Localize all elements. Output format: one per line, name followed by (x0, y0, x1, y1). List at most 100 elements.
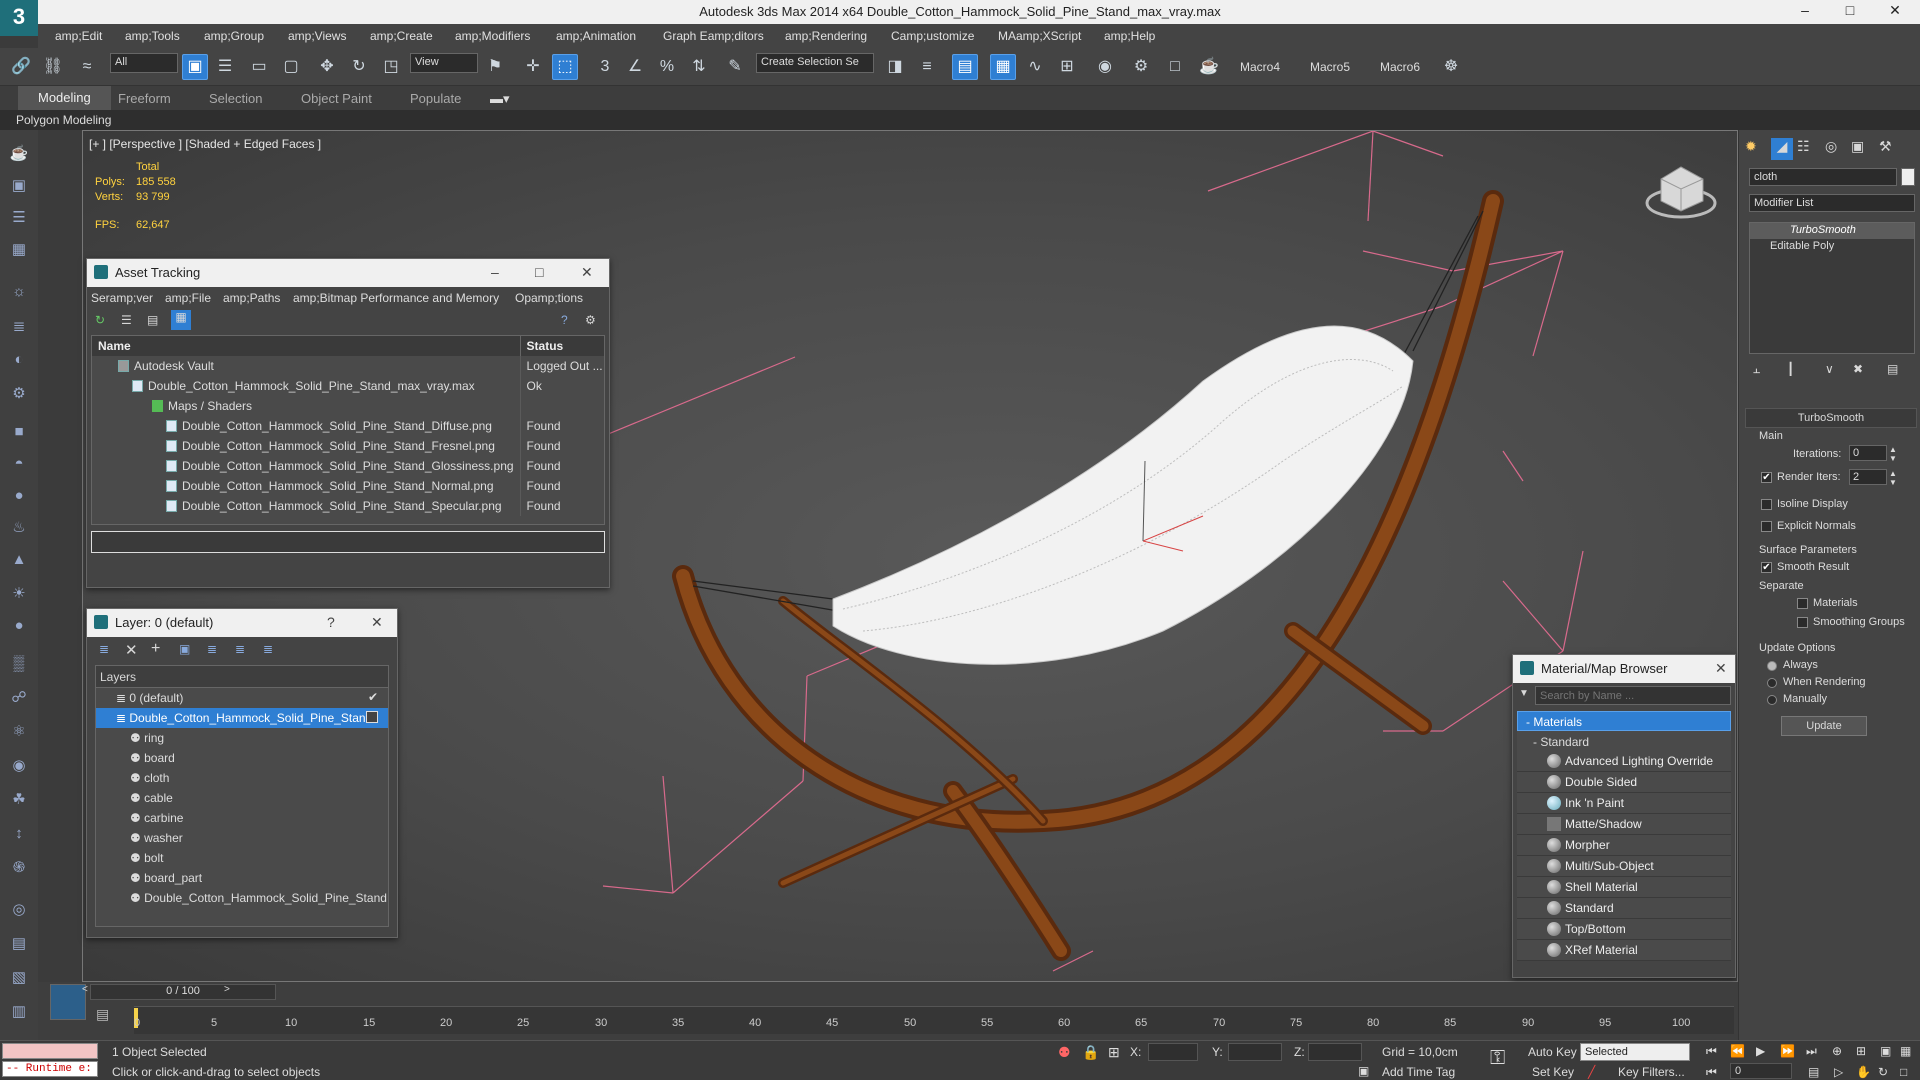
check-icon[interactable]: ✔ (368, 690, 378, 704)
table-row[interactable]: Double_Cotton_Hammock_Solid_Pine_Stand_N… (92, 476, 604, 496)
asset-close-button[interactable]: ✕ (581, 264, 593, 281)
auto-key-button[interactable]: Auto Key (1528, 1045, 1577, 1059)
update-manually-radio[interactable] (1767, 695, 1777, 705)
hf-icon[interactable]: ↕ (7, 822, 31, 846)
macro5-button[interactable]: Macro5 (1310, 60, 1350, 74)
asset-menu-server[interactable]: Seramp;ver (91, 291, 153, 305)
tab-selection[interactable]: Selection (209, 91, 262, 106)
pin-stack-icon[interactable]: ⫠ (1753, 362, 1760, 377)
list-item[interactable]: Advanced Lighting Override (1517, 751, 1731, 772)
list-item[interactable]: ⚉ Double_Cotton_Hammock_Solid_Pine_Stand (96, 888, 388, 908)
rectangular-selection-icon[interactable]: ▭ (246, 54, 272, 80)
material-editor-icon[interactable]: ◉ (1092, 54, 1118, 80)
maxscript-output[interactable]: -- Runtime e: (2, 1061, 98, 1077)
mirror-icon[interactable]: ◨ (882, 54, 908, 80)
selection-lock-icon[interactable]: 🔒 (1082, 1044, 1099, 1061)
pan-icon[interactable]: ✋ (1856, 1065, 1871, 1079)
key-icon[interactable]: ⚿ (1490, 1047, 1505, 1070)
track-bar-icon[interactable]: ▤ (96, 1006, 109, 1023)
current-layer-checkbox[interactable] (366, 711, 378, 723)
character-studio-icon[interactable]: ☸ (1438, 54, 1464, 80)
grid-icon[interactable]: ▦ (7, 238, 31, 262)
render-iters-checkbox[interactable]: ✔ (1761, 472, 1772, 483)
table-view-icon[interactable]: ▦ (171, 310, 191, 330)
select-object-icon[interactable]: ▣ (182, 54, 208, 80)
material-browser-close-button[interactable]: ✕ (1715, 660, 1727, 677)
list-item[interactable]: ⚉ bolt (96, 848, 388, 868)
tab-freeform[interactable]: Freeform (118, 91, 171, 106)
list-item[interactable]: ⚉ carbine (96, 808, 388, 828)
isoline-display-checkbox[interactable] (1761, 499, 1772, 510)
menu-rendering[interactable]: amp;Rendering (785, 29, 867, 43)
modifier-list-select[interactable]: Modifier List (1749, 194, 1915, 212)
layers-icon[interactable]: ≣ (99, 642, 109, 656)
list-item[interactable]: Standard (1517, 898, 1731, 919)
bulb-icon[interactable]: ☼ (7, 280, 31, 304)
ball-icon[interactable]: ● (7, 614, 31, 638)
separate-smoothing-groups-checkbox[interactable] (1797, 617, 1808, 628)
menu-group[interactable]: amp;Group (204, 29, 264, 43)
mini-listener-icon[interactable] (50, 984, 86, 1020)
stack-icon[interactable]: ▤ (7, 932, 31, 956)
polygon-modeling-label[interactable]: Polygon Modeling (16, 113, 111, 127)
macro4-button[interactable]: Macro4 (1240, 60, 1280, 74)
show-end-result-icon[interactable]: ┃ (1787, 362, 1794, 376)
previous-key-icon[interactable]: ⏪ (1730, 1044, 1745, 1058)
add-layer-icon[interactable]: + (151, 640, 160, 658)
link-icon[interactable]: 🔗 (8, 54, 34, 80)
current-frame-input[interactable]: 0 (1730, 1063, 1792, 1079)
bind-spacewarp-icon[interactable]: ≈ (74, 54, 100, 80)
time-slider[interactable]: 0 / 100 (90, 984, 276, 1000)
list-item[interactable]: ≣ Double_Cotton_Hammock_Solid_Pine_Stand (96, 708, 388, 728)
curve-editor-icon[interactable]: ∿ (1022, 54, 1048, 80)
layer-manager-icon[interactable]: ▤ (952, 54, 978, 80)
graphite-toolbar-icon[interactable]: ▦ (990, 54, 1016, 80)
select-manipulate-icon[interactable]: ✛ (520, 54, 546, 80)
layers-icon[interactable]: ▧ (7, 966, 31, 990)
reference-coordinate-select[interactable]: View (410, 53, 478, 73)
menu-modifiers[interactable]: amp;Modifiers (455, 29, 530, 43)
list-item[interactable]: Double Sided (1517, 772, 1731, 793)
percent-snap-icon[interactable]: % (654, 54, 680, 80)
object-color-swatch[interactable] (1901, 168, 1915, 186)
display-tab-icon[interactable]: ▣ (1851, 138, 1864, 155)
angle-snap-icon[interactable]: ∠ (622, 54, 648, 80)
teapot-shape-icon[interactable]: ♨ (7, 516, 31, 540)
ribbon-options-icon[interactable]: ▬▾ (490, 91, 510, 107)
iterations-input[interactable]: 0 (1849, 445, 1887, 461)
list-item[interactable]: ⚉ board (96, 748, 388, 768)
object-name-field[interactable]: cloth (1749, 168, 1897, 186)
atom-icon[interactable]: ⚛ (7, 720, 31, 744)
list-icon[interactable]: ☰ (7, 206, 31, 230)
stack-item-turbosmooth[interactable]: TurboSmooth (1750, 223, 1914, 239)
select-by-name-icon[interactable]: ☰ (212, 54, 238, 80)
tab-populate[interactable]: Populate (410, 91, 461, 106)
set-key-button[interactable]: Set Key (1532, 1065, 1574, 1079)
render-production-icon[interactable]: ☕ (1196, 54, 1222, 80)
settings-icon[interactable]: ⚙ (585, 313, 596, 327)
rotate-icon[interactable]: ↻ (346, 54, 372, 80)
zoom-all-icon[interactable]: ⊞ (1856, 1044, 1866, 1058)
materials-group-header[interactable]: - Materials (1517, 711, 1731, 731)
teapot-icon[interactable]: ☕ (7, 142, 31, 166)
list-item[interactable]: ⚉ cable (96, 788, 388, 808)
go-to-end-icon[interactable]: ⏭ (1806, 1044, 1817, 1059)
menu-animation[interactable]: amp;Animation (556, 29, 636, 43)
remove-modifier-icon[interactable]: ✖ (1853, 362, 1863, 376)
z-coord-input[interactable] (1308, 1043, 1362, 1061)
minimize-button[interactable]: – (1785, 2, 1825, 18)
field-of-view-icon[interactable]: ▷ (1834, 1065, 1843, 1079)
edit-named-selection-icon[interactable]: ✎ (722, 54, 748, 80)
keyboard-shortcut-override-icon[interactable]: ⬚ (552, 54, 578, 80)
spinner-snap-icon[interactable]: ⇅ (686, 54, 712, 80)
menu-customize[interactable]: Camp;ustomize (891, 29, 974, 43)
asset-maximize-button[interactable]: □ (535, 264, 543, 280)
zoom-extents-all-icon[interactable]: ▦ (1900, 1044, 1911, 1058)
hierarchy-tab-icon[interactable]: ☷ (1797, 138, 1810, 155)
list-item[interactable]: ⚉ ring (96, 728, 388, 748)
key-mode-toggle-icon[interactable]: ⏮ (1706, 1065, 1717, 1080)
menu-create[interactable]: amp;Create (370, 29, 433, 43)
layer-close-button[interactable]: ✕ (371, 614, 383, 631)
window-crossing-icon[interactable]: ▢ (278, 54, 304, 80)
snaps-toggle-icon[interactable]: 3 (592, 54, 618, 80)
